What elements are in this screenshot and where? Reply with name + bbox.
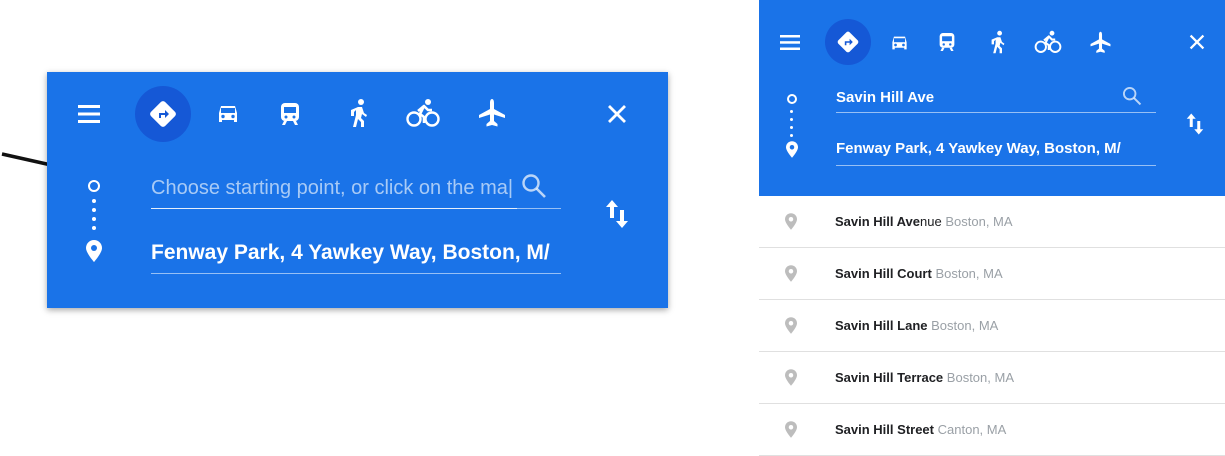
- starting-point-input[interactable]: Savin Hill Ave: [836, 88, 1156, 113]
- suggestion-location: Boston, MA: [935, 266, 1003, 281]
- start-underline: [151, 208, 561, 209]
- suggestion-item[interactable]: Savin Hill Terrace Boston, MA: [759, 352, 1225, 404]
- suggestion-rest: nue: [920, 214, 942, 229]
- directions-mode-button[interactable]: [135, 86, 191, 142]
- suggestion-text: Savin Hill Lane Boston, MA: [835, 318, 998, 333]
- bicycle-mode-button[interactable]: [404, 96, 442, 130]
- close-icon[interactable]: [1186, 31, 1208, 53]
- menu-icon[interactable]: [77, 102, 101, 126]
- suggestion-match: Savin Hill: [835, 266, 894, 281]
- car-icon: [219, 106, 237, 122]
- bicycle-icon: [406, 99, 440, 127]
- flight-icon: [1090, 31, 1110, 53]
- destination-pin-icon: [786, 141, 798, 158]
- car-mode-button[interactable]: [213, 99, 243, 129]
- walk-icon: [351, 99, 367, 127]
- directions-icon: [150, 101, 176, 127]
- suggestion-location: Boston, MA: [946, 370, 1014, 385]
- transit-icon: [939, 33, 955, 51]
- route-dot: [92, 199, 96, 203]
- suggestion-match: Savin Hill: [835, 370, 894, 385]
- suggestion-text: Savin Hill Street Canton, MA: [835, 422, 1006, 437]
- search-icon[interactable]: [1120, 84, 1144, 108]
- place-pin-icon: [785, 317, 797, 334]
- suggestion-match: Savin Hill Ave: [835, 214, 921, 229]
- suggestion-rest: Court: [893, 266, 932, 281]
- search-icon[interactable]: [517, 169, 551, 203]
- swap-directions-icon[interactable]: [602, 196, 632, 232]
- destination-input[interactable]: Fenway Park, 4 Yawkey Way, Boston, M/: [836, 139, 1156, 166]
- place-pin-icon: [785, 265, 797, 282]
- suggestion-rest: Terrace: [893, 370, 944, 385]
- suggestion-item[interactable]: Savin Hill Lane Boston, MA: [759, 300, 1225, 352]
- suggestion-location: Boston, MA: [931, 318, 999, 333]
- suggestion-match: Savin Hill: [835, 318, 894, 333]
- swap-directions-icon[interactable]: [1183, 110, 1207, 138]
- directions-icon: [837, 31, 859, 53]
- place-pin-icon: [785, 421, 797, 438]
- transit-icon: [281, 103, 299, 125]
- walk-mode-button[interactable]: [344, 96, 374, 130]
- route-dot: [790, 110, 793, 113]
- suggestion-item[interactable]: Savin Hill Street Canton, MA: [759, 404, 1225, 456]
- destination-input[interactable]: Fenway Park, 4 Yawkey Way, Boston, M/: [151, 240, 561, 274]
- close-icon[interactable]: [604, 101, 630, 127]
- directions-panel: Choose starting point, or click on the m…: [47, 72, 668, 308]
- suggestion-item[interactable]: Savin Hill Avenue Boston, MA: [759, 196, 1225, 248]
- suggestion-text: Savin Hill Avenue Boston, MA: [835, 214, 1013, 229]
- menu-icon[interactable]: [779, 31, 801, 53]
- directions-panel-autocomplete: Savin Hill Ave Fenway Park, 4 Yawkey Way…: [759, 0, 1225, 196]
- bicycle-mode-button[interactable]: [1033, 28, 1063, 56]
- directions-mode-button[interactable]: [825, 19, 871, 65]
- bicycle-icon: [1034, 30, 1062, 53]
- origin-marker: [88, 180, 100, 192]
- suggestion-rest: Lane: [893, 318, 928, 333]
- route-dot: [92, 208, 96, 212]
- route-dot: [92, 226, 96, 230]
- place-pin-icon: [785, 213, 797, 230]
- destination-pin-icon: [86, 240, 102, 262]
- route-dot: [92, 217, 96, 221]
- transit-mode-button[interactable]: [275, 99, 305, 129]
- flight-icon: [479, 99, 505, 127]
- suggestion-item[interactable]: Savin Hill Court Boston, MA: [759, 248, 1225, 300]
- car-mode-button[interactable]: [887, 31, 911, 55]
- origin-marker: [787, 94, 797, 104]
- route-dot: [790, 126, 793, 129]
- transit-mode-button[interactable]: [935, 30, 959, 54]
- starting-point-input[interactable]: Choose starting point, or click on the m…: [151, 175, 517, 209]
- suggestion-text: Savin Hill Terrace Boston, MA: [835, 370, 1014, 385]
- place-pin-icon: [785, 369, 797, 386]
- route-dot: [790, 118, 793, 121]
- suggestion-text: Savin Hill Court Boston, MA: [835, 266, 1003, 281]
- suggestion-match: Savin Hill: [835, 422, 894, 437]
- flight-mode-button[interactable]: [475, 97, 509, 129]
- flight-mode-button[interactable]: [1087, 29, 1113, 55]
- suggestion-location: Boston, MA: [945, 214, 1013, 229]
- suggestion-location: Canton, MA: [937, 422, 1007, 437]
- suggestions-list: Savin Hill Avenue Boston, MA Savin Hill …: [759, 196, 1225, 456]
- route-dot: [790, 134, 793, 137]
- walk-icon: [991, 30, 1005, 54]
- car-icon: [891, 36, 907, 50]
- walk-mode-button[interactable]: [987, 28, 1009, 56]
- suggestion-rest: Street: [893, 422, 934, 437]
